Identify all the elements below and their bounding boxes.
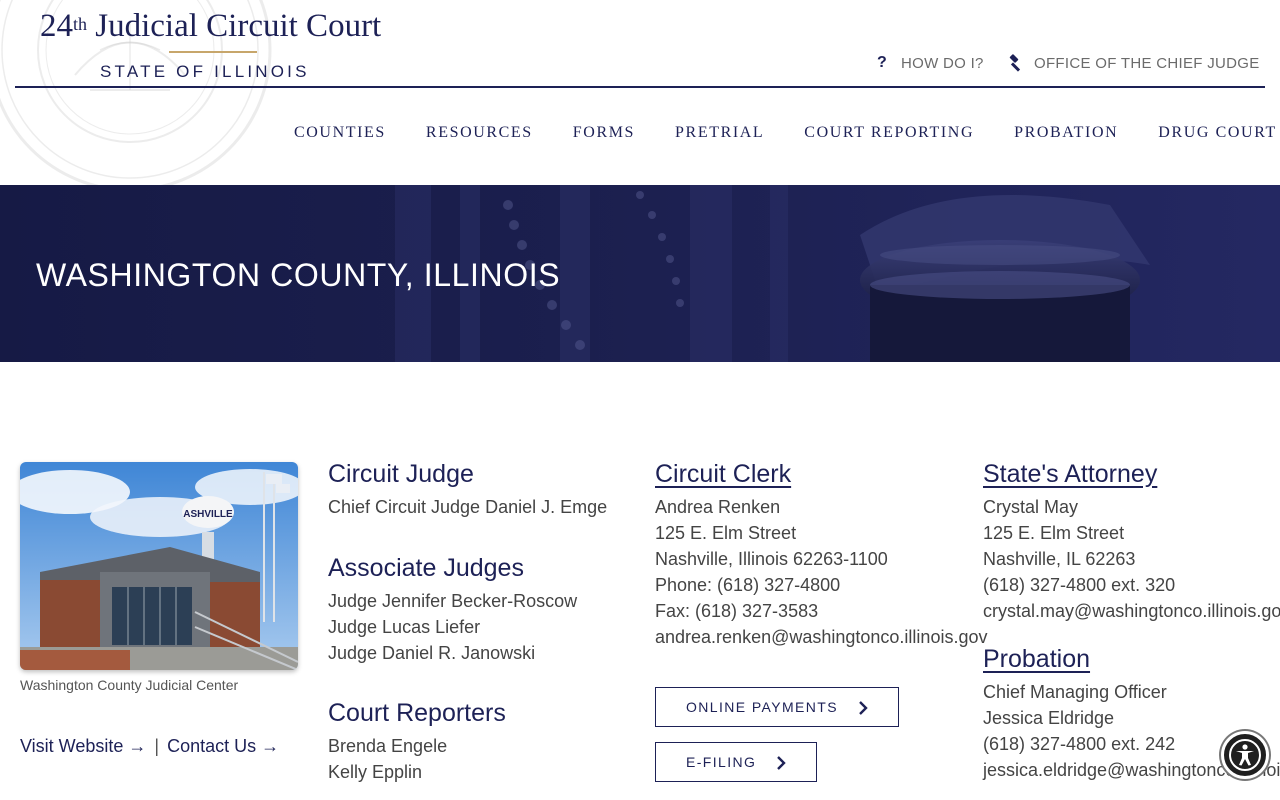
logo-ordinal-suffix: th — [73, 14, 88, 34]
associate-judge-item: Judge Daniel R. Janowski — [328, 643, 536, 663]
probation-heading[interactable]: Probation — [983, 643, 1280, 675]
nav-drug-court[interactable]: DRUG COURT — [1158, 124, 1277, 142]
circuit-clerk-heading[interactable]: Circuit Clerk — [655, 458, 987, 490]
page-title: WASHINGTON COUNTY, ILLINOIS — [36, 257, 561, 293]
logo-divider — [169, 51, 257, 53]
nav-resources[interactable]: RESOURCES — [426, 124, 533, 142]
associate-judges-heading: Associate Judges — [328, 554, 524, 582]
office-of-chief-judge-link[interactable]: OFFICE OF THE CHIEF JUDGE — [1006, 54, 1260, 72]
e-filing-label: E-FILING — [686, 754, 757, 770]
attorney-name: Crystal May — [983, 497, 1079, 517]
online-payments-label: ONLINE PAYMENTS — [686, 699, 838, 715]
header-divider — [15, 86, 1265, 88]
judicial-center-photo: ASHVILLE — [20, 462, 298, 670]
online-payments-button[interactable]: ONLINE PAYMENTS — [655, 687, 899, 727]
how-do-i-link[interactable]: ? HOW DO I? — [873, 54, 984, 72]
office-of-chief-judge-label: OFFICE OF THE CHIEF JUDGE — [1034, 54, 1260, 72]
clerk-street: 125 E. Elm Street — [655, 523, 797, 543]
accessibility-button[interactable] — [1221, 731, 1269, 779]
photo-caption: Washington County Judicial Center — [20, 677, 239, 693]
nav-probation[interactable]: PROBATION — [1014, 124, 1118, 142]
associate-judge-item: Judge Lucas Liefer — [328, 617, 481, 637]
clerk-city: Nashville, Illinois 62263-1100 — [655, 549, 888, 569]
logo-ordinal: 24 — [40, 8, 73, 44]
attorney-street: 125 E. Elm Street — [983, 523, 1125, 543]
site-logo[interactable]: 24th Judicial Circuit Court STATE OF ILL… — [40, 6, 381, 81]
gavel-icon — [1006, 54, 1024, 72]
county-links: Visit Website → | Contact Us → — [20, 736, 279, 757]
nav-counties[interactable]: COUNTIES — [294, 124, 386, 142]
clerk-fax: Fax: (618) 327-3583 — [655, 601, 819, 621]
nav-pretrial[interactable]: PRETRIAL — [675, 124, 764, 142]
main-nav: COUNTIES RESOURCES FORMS PRETRIAL COURT … — [294, 124, 1277, 142]
logo-court-name: Judicial Circuit Court — [95, 8, 382, 44]
nav-forms[interactable]: FORMS — [573, 124, 635, 142]
attorney-email[interactable]: crystal.may@washingtonco.illinois.gov — [983, 598, 1280, 624]
clerk-name: Andrea Renken — [655, 497, 781, 517]
court-reporter-item: Brenda Engele — [328, 736, 448, 756]
visit-website-link[interactable]: Visit Website → — [20, 736, 146, 757]
judges-column: Circuit Judge Chief Circuit Judge Daniel… — [328, 458, 607, 785]
page-banner: WASHINGTON COUNTY, ILLINOIS — [0, 185, 1280, 362]
chevron-right-icon — [777, 756, 786, 770]
svg-text:ASHVILLE: ASHVILLE — [183, 509, 233, 520]
site-header: 24th Judicial Circuit Court STATE OF ILL… — [0, 0, 1280, 185]
circuit-judge-name: Chief Circuit Judge Daniel J. Emge — [328, 497, 608, 517]
probation-title: Chief Managing Officer — [983, 682, 1167, 702]
court-reporter-item: Kelly Epplin — [328, 762, 423, 782]
circuit-judge-heading: Circuit Judge — [328, 460, 474, 488]
nav-court-reporting[interactable]: COURT REPORTING — [804, 124, 974, 142]
e-filing-button[interactable]: E-FILING — [655, 742, 817, 782]
logo-title: 24th Judicial Circuit Court — [40, 6, 381, 46]
contact-us-link[interactable]: Contact Us → — [167, 736, 279, 757]
how-do-i-label: HOW DO I? — [901, 54, 984, 72]
probation-officer-name: Jessica Eldridge — [983, 708, 1115, 728]
circuit-clerk-column: Circuit Clerk Andrea Renken 125 E. Elm S… — [655, 458, 987, 650]
link-separator: | — [154, 736, 160, 756]
clerk-email[interactable]: andrea.renken@washingtonco.illinois.gov — [655, 624, 987, 650]
clerk-phone: Phone: (618) 327-4800 — [655, 575, 841, 595]
court-reporters-heading: Court Reporters — [328, 699, 506, 727]
states-attorney-heading[interactable]: State's Attorney — [983, 458, 1280, 490]
attorney-city: Nashville, IL 62263 — [983, 549, 1136, 569]
question-icon: ? — [876, 54, 888, 71]
attorney-phone: (618) 327-4800 ext. 320 — [983, 575, 1176, 595]
logo-state: STATE OF ILLINOIS — [100, 62, 310, 81]
associate-judge-item: Judge Jennifer Becker-Roscow — [328, 591, 578, 611]
chevron-right-icon — [859, 701, 868, 715]
accessibility-icon — [1229, 739, 1261, 771]
